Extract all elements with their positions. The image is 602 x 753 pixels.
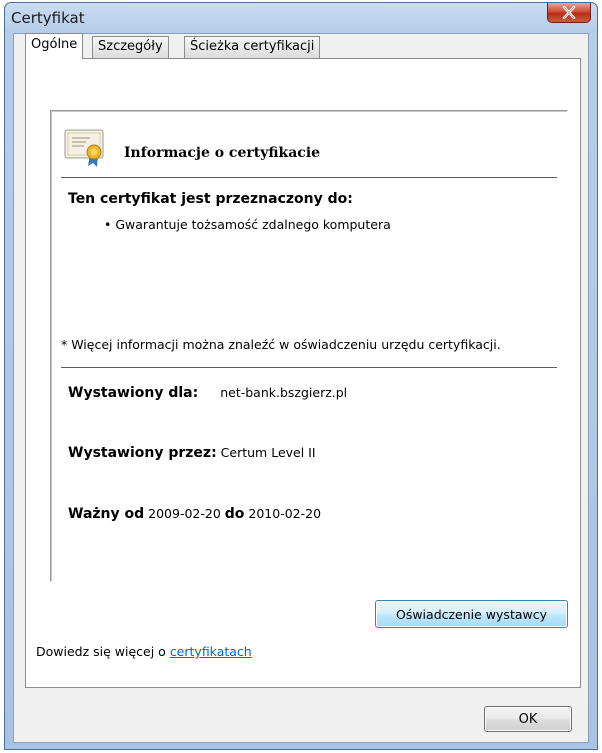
title-bar[interactable]: Certyfikat [5,3,597,33]
issued-by-row: Wystawiony przez: Certum Level II [68,445,316,461]
list-item: • Gwarantuje tożsamość zdalnego komputer… [104,217,391,232]
issued-to-label: Wystawiony dla: [68,385,199,401]
details-divider [61,367,557,368]
issued-to-value: net-bank.bszgierz.pl [220,385,348,400]
valid-from-value: 2009-02-20 [148,506,221,521]
tab-label: Ogólne [31,37,78,52]
window-title: Certyfikat [11,9,85,27]
certificate-icon [64,129,104,167]
more-info-text: * Więcej informacji można znaleźć w oświ… [61,337,501,352]
learn-more-prefix: Dowiedz się więcej o [36,644,166,659]
tab-details[interactable]: Szczegóły [92,36,169,58]
issued-by-label: Wystawiony przez: [68,445,217,461]
issued-to-row: Wystawiony dla: net-bank.bszgierz.pl [68,385,347,401]
purpose-heading: Ten certyfikat jest przeznaczony do: [68,191,353,207]
valid-to-value: 2010-02-20 [248,506,322,521]
valid-from-label: Ważny od [68,506,145,522]
issuer-statement-button[interactable]: Oświadczenie wystawcy [375,600,568,628]
valid-to-label: do [224,506,245,522]
learn-more-text: Dowiedz się więcej o certyfikatach [36,644,252,659]
purpose-item-text: Gwarantuje tożsamość zdalnego komputera [115,217,391,232]
info-title: Informacje o certyfikacie [124,145,321,161]
ok-button[interactable]: OK [484,706,572,732]
tab-certification-path[interactable]: Ścieżka certyfikacji [184,36,321,58]
close-button[interactable] [547,3,591,23]
close-icon [562,6,576,19]
issued-by-value: Certum Level II [220,445,316,460]
bullet: • [104,217,116,232]
tab-label: Ścieżka certyfikacji [190,39,315,54]
validity-row: Ważny od 2009-02-20 do 2010-02-20 [68,506,321,522]
tab-label: Szczegóły [98,39,163,54]
certificates-link[interactable]: certyfikatach [170,644,252,659]
info-title-divider [61,177,557,178]
tab-general[interactable]: Ogólne [25,33,84,59]
